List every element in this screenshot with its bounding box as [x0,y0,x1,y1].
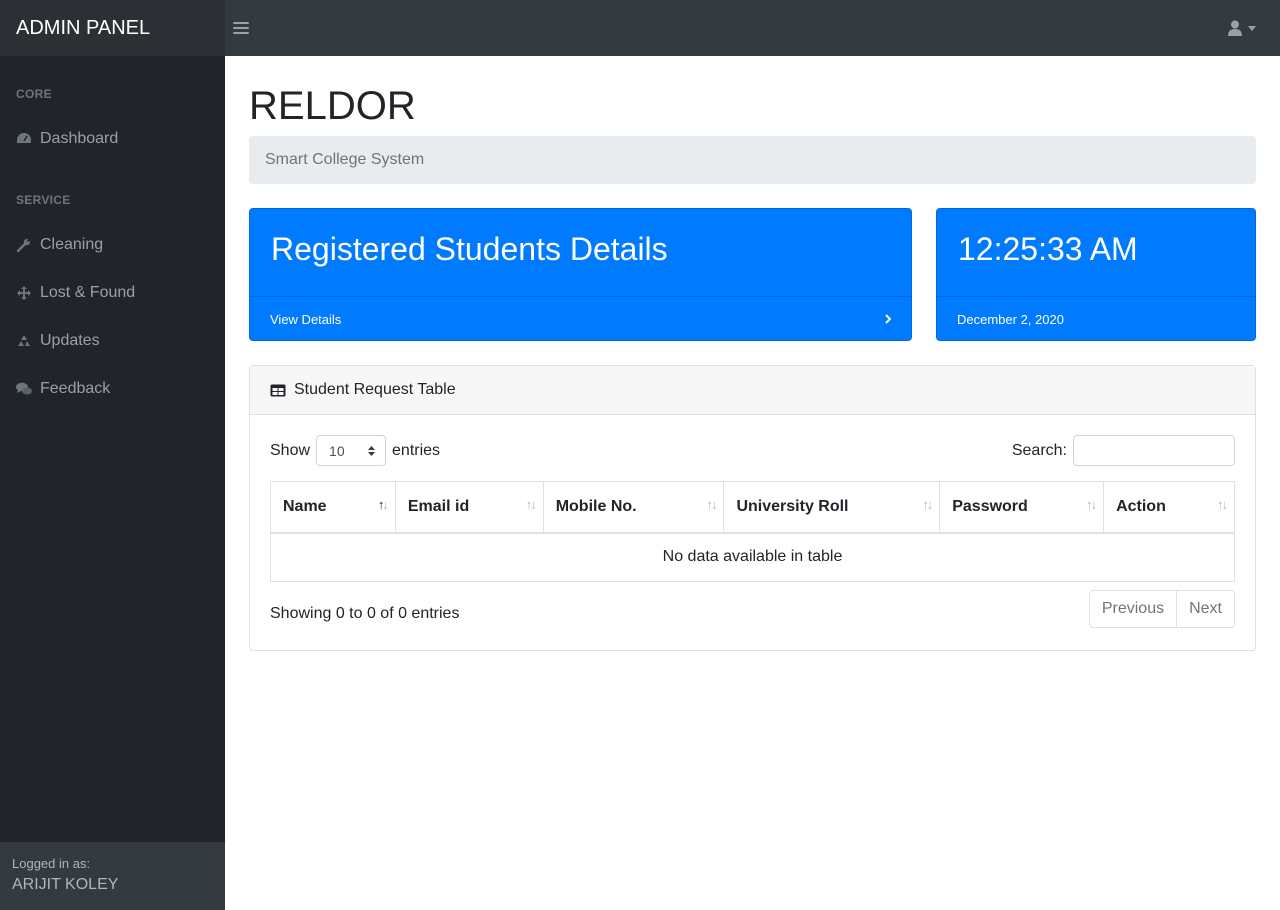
students-card-title: Registered Students Details [271,231,668,267]
sidebar: CORE Dashboard SERVICE Cleaning Lost & F… [0,56,225,910]
sidebar-item-label: Updates [40,332,100,349]
logged-in-label: Logged in as: [12,856,91,871]
entries-select-value: 10 [329,442,345,459]
column-header-email[interactable]: Email id ↑↓ [394,481,544,534]
sidebar-toggle-icon[interactable] [233,21,249,35]
sidebar-item-feedback[interactable]: Feedback [16,377,110,401]
entries-label: entries [392,441,441,459]
student-request-table: Name ↑↓ Email id ↑↓ Mobile No. ↑↓ Universit… [270,481,1235,582]
show-label: Show [270,441,311,459]
top-navbar: ADMIN PANEL [0,0,1280,56]
wrench-icon [16,237,32,253]
empty-table-message: No data available in table [270,532,1235,582]
sidebar-item-cleaning[interactable]: Cleaning [16,233,103,257]
search-input[interactable] [1073,435,1235,466]
column-header-action[interactable]: Action ↑↓ [1103,481,1235,534]
caret-down-icon [1248,25,1256,31]
recycle-icon [16,333,32,349]
search-label: Search: [1011,441,1067,459]
sidebar-item-label: Lost & Found [40,284,136,301]
sidebar-heading-core: CORE [16,87,52,101]
column-header-password[interactable]: Password ↑↓ [939,481,1105,534]
user-icon [1228,20,1242,36]
clock-date: December 2, 2020 [957,311,1064,327]
column-header-mobile[interactable]: Mobile No. ↑↓ [542,481,725,534]
page-title: RELDOR [249,84,416,128]
sidebar-item-label: Dashboard [40,130,119,147]
select-arrows-icon [368,445,376,456]
column-header-university-roll[interactable]: University Roll ↑↓ [723,481,941,534]
table-card-title: Student Request Table [294,381,456,398]
students-card: Registered Students Details View Details [249,208,912,341]
clock-time: 12:25:33 AM [958,231,1138,267]
brand-title[interactable]: ADMIN PANEL [0,0,225,56]
sidebar-item-updates[interactable]: Updates [16,329,100,353]
sort-icon: ↑↓ [525,497,537,512]
sidebar-footer: Logged in as: ARIJIT KOLEY [0,842,225,910]
entries-select[interactable]: 10 [316,435,387,466]
breadcrumb: Smart College System [249,136,1256,184]
view-details-label: View Details [270,311,342,327]
logged-in-user: ARIJIT KOLEY [12,876,119,893]
sidebar-item-label: Feedback [40,380,111,397]
view-details-link[interactable]: View Details [250,296,911,341]
tachometer-icon [16,131,32,147]
user-menu-button[interactable] [1228,20,1256,36]
sort-icon: ↑↓ [1217,497,1228,512]
pagination: Previous Next [1088,590,1235,628]
main-content: RELDOR Smart College System Registered S… [225,56,1280,910]
arrows-icon [16,285,32,301]
sidebar-item-dashboard[interactable]: Dashboard [16,127,118,151]
table-icon [270,384,286,396]
sidebar-heading-service: SERVICE [16,193,71,207]
sidebar-item-lost-found[interactable]: Lost & Found [16,281,135,305]
previous-button[interactable]: Previous [1090,591,1176,627]
column-header-name[interactable]: Name ↑↓ [270,481,396,534]
sort-icon: ↑↓ [922,497,933,512]
chevron-right-icon [885,314,891,324]
sort-icon: ↑↓ [1086,497,1097,512]
student-request-card: Student Request Table Show 10 entries Se… [249,365,1256,651]
sort-icon: ↑↓ [377,497,389,512]
sort-icon: ↑↓ [706,497,717,512]
breadcrumb-item: Smart College System [265,151,425,168]
clock-card: 12:25:33 AM December 2, 2020 [936,208,1256,341]
next-button[interactable]: Next [1176,591,1234,627]
sidebar-item-label: Cleaning [40,236,104,253]
table-info: Showing 0 to 0 of 0 entries [270,605,460,622]
comments-icon [16,381,32,397]
